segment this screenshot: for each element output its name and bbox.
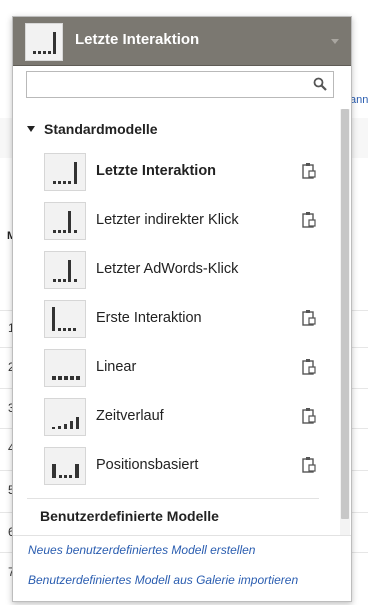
- search-icon[interactable]: [313, 77, 327, 91]
- last-adwords-click-icon: [44, 251, 86, 289]
- model-label: Positionsbasiert: [96, 457, 199, 473]
- model-label: Letzter AdWords-Klick: [96, 261, 239, 277]
- divider: [27, 498, 319, 499]
- chevron-down-icon[interactable]: [331, 39, 339, 44]
- model-item-position-based[interactable]: Positionsbasiert: [44, 447, 329, 487]
- model-label: Letzter indirekter Klick: [96, 212, 239, 228]
- copy-icon[interactable]: [301, 309, 317, 327]
- model-item-time-decay[interactable]: Zeitverlauf: [44, 398, 329, 438]
- model-item-first-interaction[interactable]: Erste Interaktion: [44, 300, 329, 340]
- background-partial-link[interactable]: ann: [350, 94, 368, 106]
- model-item-last-indirect-click[interactable]: Letzter indirekter Klick: [44, 202, 329, 242]
- model-label: Zeitverlauf: [96, 408, 164, 424]
- model-item-linear[interactable]: Linear: [44, 349, 329, 389]
- model-item-last-interaction[interactable]: Letzte Interaktion: [44, 153, 329, 193]
- triangle-down-icon[interactable]: [27, 126, 35, 132]
- model-label: Erste Interaktion: [96, 310, 202, 326]
- standard-models-section[interactable]: Standardmodelle: [27, 121, 158, 137]
- attribution-model-dropdown: Letzte Interaktion Standardmodelle Letzt…: [12, 16, 352, 602]
- last-interaction-icon: [25, 23, 63, 61]
- model-item-last-adwords-click[interactable]: Letzter AdWords-Klick: [44, 251, 329, 291]
- model-label: Letzte Interaktion: [96, 163, 217, 179]
- copy-icon[interactable]: [301, 162, 317, 180]
- search-input[interactable]: [26, 71, 334, 98]
- copy-icon[interactable]: [301, 358, 317, 376]
- dropdown-header[interactable]: Letzte Interaktion: [13, 17, 351, 66]
- section-title: Standardmodelle: [44, 121, 158, 137]
- copy-icon[interactable]: [301, 211, 317, 229]
- last-interaction-icon: [44, 153, 86, 191]
- custom-models-section-title: Benutzerdefinierte Modelle: [40, 508, 219, 524]
- create-custom-model-link[interactable]: Neues benutzerdefiniertes Modell erstell…: [28, 543, 255, 557]
- position-based-icon: [44, 447, 86, 485]
- copy-icon[interactable]: [301, 407, 317, 425]
- selected-model-title: Letzte Interaktion: [75, 31, 200, 48]
- import-custom-model-link[interactable]: Benutzerdefiniertes Modell aus Galerie i…: [28, 573, 298, 587]
- first-interaction-icon: [44, 300, 86, 338]
- model-label: Linear: [96, 359, 137, 375]
- time-decay-icon: [44, 398, 86, 436]
- divider: [13, 535, 351, 536]
- linear-icon: [44, 349, 86, 387]
- last-indirect-click-icon: [44, 202, 86, 240]
- copy-icon[interactable]: [301, 456, 317, 474]
- scrollbar-thumb[interactable]: [341, 109, 349, 519]
